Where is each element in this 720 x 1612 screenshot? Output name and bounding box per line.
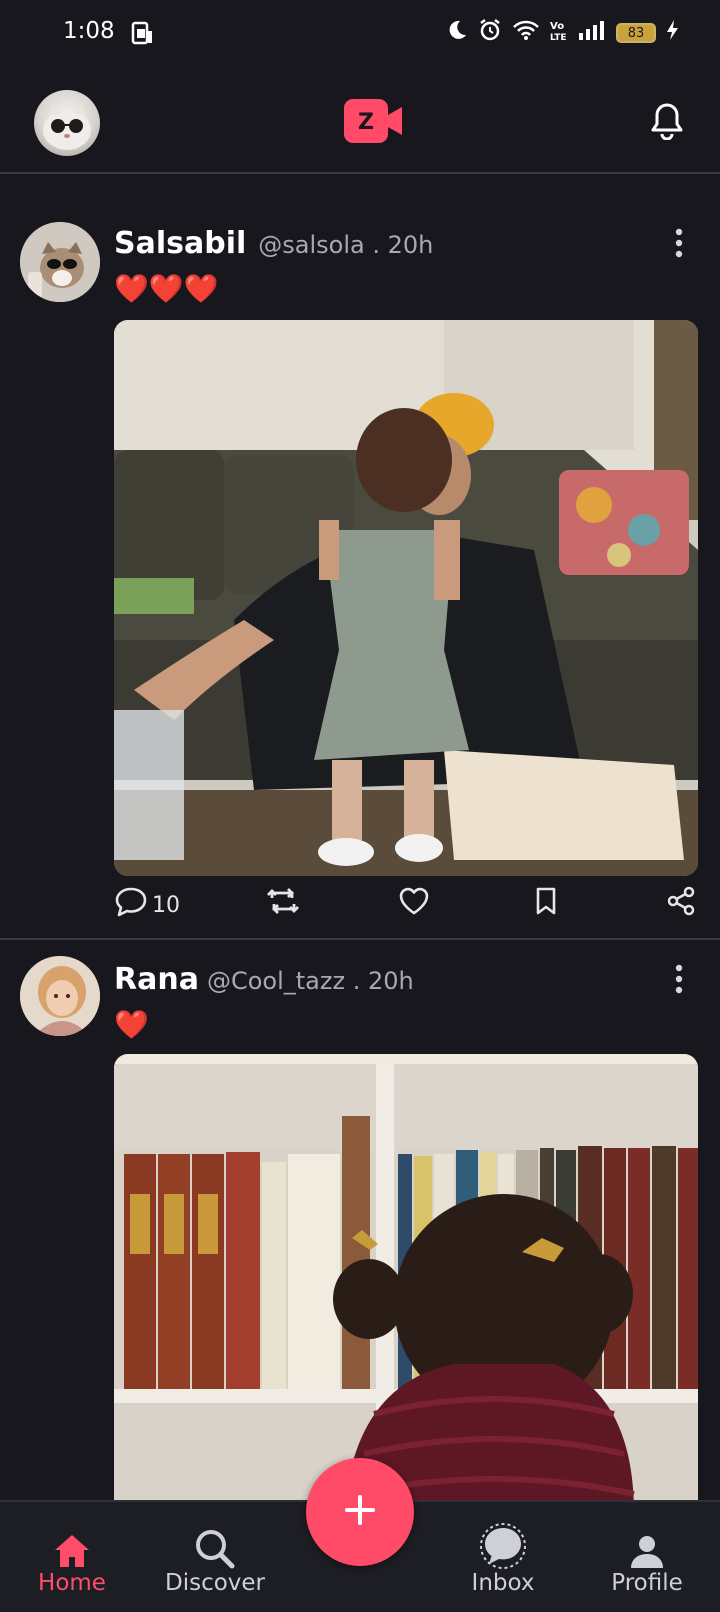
- volte-icon: Vo LTE: [550, 19, 568, 47]
- comment-icon: [114, 886, 148, 924]
- post-header: Salsabil @salsola . 20h: [114, 226, 433, 261]
- comment-count: 10: [152, 892, 180, 918]
- nav-discover-label: Discover: [164, 1570, 266, 1596]
- svg-text:LTE: LTE: [550, 33, 567, 41]
- chat-icon: [443, 1522, 563, 1570]
- nav-home-label: Home: [38, 1570, 106, 1596]
- post-header: Rana @Cool_tazz . 20h: [114, 962, 414, 997]
- bookmark-icon[interactable]: [534, 886, 558, 916]
- share-icon[interactable]: [666, 886, 696, 916]
- logo-letter: Z: [358, 110, 374, 135]
- nav-inbox[interactable]: Inbox: [443, 1522, 563, 1596]
- post-image[interactable]: [114, 1054, 698, 1514]
- svg-text:Vo: Vo: [550, 21, 564, 32]
- moon-icon: [446, 19, 468, 47]
- sim-icon: [130, 21, 154, 53]
- more-icon[interactable]: [674, 964, 684, 998]
- repost-icon[interactable]: [264, 886, 302, 916]
- plus-icon: [345, 1495, 375, 1529]
- nav-profile-label: Profile: [611, 1570, 683, 1596]
- bell-icon[interactable]: [650, 102, 684, 144]
- user-avatar[interactable]: [34, 90, 100, 156]
- post-author-handle: @Cool_tazz . 20h: [206, 967, 414, 995]
- comment-button[interactable]: 10: [114, 886, 180, 924]
- screen: 1:08 Vo LTE 83 Z Salsabil @salsola . 20h…: [0, 0, 720, 1612]
- battery-icon: 83: [616, 23, 656, 43]
- post-image[interactable]: [114, 320, 698, 876]
- signal-icon: [578, 20, 606, 46]
- heart-icon[interactable]: [398, 886, 430, 916]
- status-icons: Vo LTE 83: [446, 18, 680, 48]
- battery-level: 83: [627, 25, 645, 41]
- create-post-button[interactable]: [306, 1458, 414, 1566]
- app-logo: Z: [344, 99, 406, 147]
- top-app-bar: Z: [0, 70, 720, 174]
- search-icon: [155, 1522, 275, 1570]
- post-avatar[interactable]: [20, 956, 100, 1036]
- post-author-name[interactable]: Rana: [114, 962, 199, 997]
- charging-icon: [666, 19, 680, 47]
- wifi-icon: [512, 19, 540, 47]
- alarm-icon: [478, 18, 502, 48]
- post-text: ❤️: [114, 1008, 149, 1041]
- post-author-handle: @salsola . 20h: [258, 231, 434, 259]
- post-text: ❤️❤️❤️: [114, 272, 219, 305]
- nav-home[interactable]: Home: [12, 1522, 132, 1596]
- post-divider: [0, 938, 720, 940]
- nav-profile[interactable]: Profile: [587, 1522, 707, 1596]
- home-icon: [12, 1522, 132, 1570]
- nav-discover[interactable]: Discover: [155, 1522, 275, 1596]
- status-time: 1:08: [63, 18, 115, 44]
- post-actions: 10: [114, 886, 698, 922]
- person-icon: [587, 1522, 707, 1570]
- post-author-name[interactable]: Salsabil: [114, 226, 246, 261]
- post-avatar[interactable]: [20, 222, 100, 302]
- nav-inbox-label: Inbox: [471, 1570, 535, 1596]
- status-bar: 1:08 Vo LTE 83: [0, 0, 720, 66]
- more-icon[interactable]: [674, 228, 684, 262]
